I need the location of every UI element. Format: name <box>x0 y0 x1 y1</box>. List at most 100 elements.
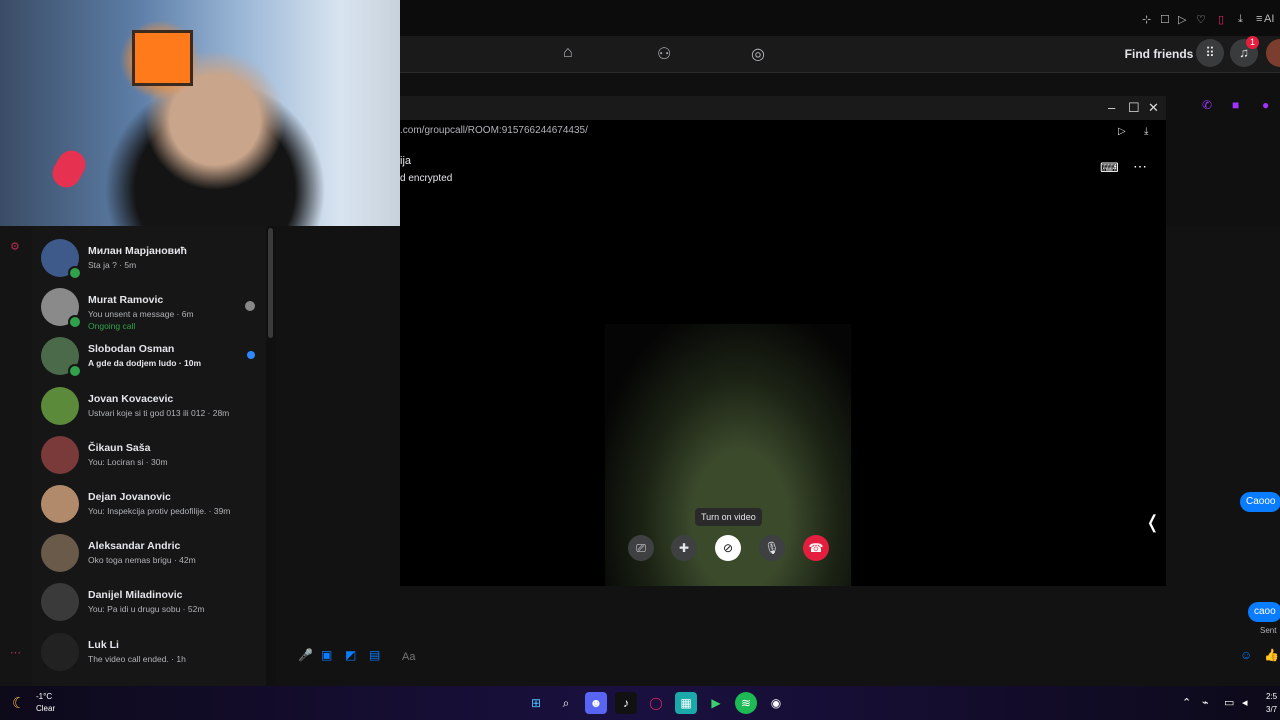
notification-badge: 1 <box>1246 36 1259 49</box>
call-encryption-label: d encrypted <box>400 173 453 184</box>
cast-icon[interactable]: ▷ <box>1118 126 1126 137</box>
chat-name: Slobodan Osman <box>88 343 175 356</box>
spotify-icon[interactable]: ≋ <box>735 692 757 714</box>
weather-moon-icon[interactable]: ☾ <box>12 694 25 712</box>
chat-list-item[interactable]: Милан Марјановић Sta ja ? · 5m <box>32 230 266 280</box>
monitor-icon[interactable]: ▭ <box>1224 696 1234 709</box>
media-icon[interactable]: ▶ <box>705 692 727 714</box>
collapse-arrow-icon[interactable]: ❬ <box>1145 512 1160 533</box>
chat-list-item[interactable]: Jovan Kovacevic Ustvari koje si ti god 01… <box>32 378 266 427</box>
call-url: .com/groupcall/ROOM:915766244674435/ <box>400 125 588 136</box>
app-icon[interactable]: ▦ <box>675 692 697 714</box>
pin-icon[interactable]: ⊹ <box>1142 13 1151 26</box>
tab-icon[interactable]: ☐ <box>1160 13 1170 26</box>
image-icon[interactable]: ▣ <box>321 648 332 662</box>
tooltip: Turn on video <box>695 508 762 526</box>
chat-list: Милан Марјановић Sta ja ? · 5m Murat Ramov… <box>32 226 266 686</box>
close-icon[interactable]: ✕ <box>1148 100 1159 116</box>
online-status-dot <box>68 364 82 379</box>
chevron-up-icon[interactable]: ⌃ <box>1182 696 1191 709</box>
chat-list-item[interactable]: Danijel Miladinovic You: Pa idi u drugu s… <box>32 574 266 623</box>
message-bubble[interactable]: Caooo <box>1240 492 1280 512</box>
left-shortcut-strip: ⚙ ⋯ <box>0 226 32 686</box>
message-input[interactable] <box>396 644 1244 670</box>
add-person-button[interactable]: ✚ <box>671 535 697 561</box>
message-composer: 🎤 ▣ ◩ ▤ ☺ 👍 <box>290 644 1280 670</box>
more-options-icon[interactable]: ⋯ <box>1133 158 1147 175</box>
chat-preview: The video call ended. · 1h <box>88 653 186 664</box>
gamepad-icon[interactable]: ⌨ <box>1100 160 1119 176</box>
discord-icon[interactable]: ☻ <box>585 692 607 714</box>
chat-preview: Ustvari koje si ti god 013 ili 012 · 28m <box>88 407 230 418</box>
search-icon[interactable]: ⌕ <box>555 692 577 714</box>
info-icon[interactable]: ● <box>1262 98 1269 112</box>
chat-list-item[interactable]: Čikaun Saša You: Lociran si · 30m <box>32 427 266 476</box>
webcam-overlay <box>0 0 400 226</box>
chat-name: Dejan Jovanovic <box>88 491 171 503</box>
start-icon[interactable]: ⊞ <box>525 692 547 714</box>
chat-list-item[interactable]: Luk Li The video call ended. · 1h <box>32 624 266 673</box>
chat-list-scrollbar[interactable] <box>268 228 273 338</box>
chat-preview: Oko toga nemas brigu · 42m <box>88 555 196 566</box>
lamp-image <box>47 145 91 193</box>
tiktok-icon[interactable]: ♪ <box>615 692 637 714</box>
heart-icon[interactable]: ♡ <box>1196 13 1206 26</box>
menu-icon[interactable]: ≡ <box>1256 13 1262 25</box>
video-off-button[interactable]: ⊘ <box>715 535 741 561</box>
chat-list-item[interactable]: Slobodan Osman A gde da dodjem ludo · 10m <box>32 328 266 379</box>
windows-taskbar: ☾ -1°C Clear ⊞ ⌕ ☻ ♪ ◯ ▦ ▶ ≋ ◉ ⌃ ⌁ ▭ ◂ 2… <box>0 686 1280 720</box>
volume-icon[interactable]: ◂ <box>1242 696 1248 709</box>
opera-icon[interactable]: ◯ <box>645 692 667 714</box>
obs-icon[interactable]: ◉ <box>765 692 787 714</box>
mirror-icon[interactable]: ▯ <box>1218 13 1224 26</box>
find-friends-button[interactable]: Find friends <box>1116 40 1202 68</box>
chat-preview: You: Inspekcija protiv pedofilije. · 39m <box>88 506 231 516</box>
microphone-icon[interactable]: 🎤 <box>298 648 313 662</box>
clock-date[interactable]: 3/7 <box>1266 705 1277 714</box>
network-icon[interactable]: ⌁ <box>1202 696 1209 709</box>
unread-dot <box>247 351 255 360</box>
chat-name: Murat Ramovic <box>88 294 164 307</box>
home-icon[interactable]: ⌂ <box>563 44 573 62</box>
ai-label[interactable]: AI <box>1264 13 1274 25</box>
chat-list-item[interactable]: Aleksandar Andric Oko toga nemas brigu · … <box>32 525 266 574</box>
gif-icon[interactable]: ▤ <box>369 648 380 662</box>
clock-time[interactable]: 2:5 <box>1266 692 1277 701</box>
chat-list-item[interactable]: Murat Ramovic You unsent a message · 6m On… <box>32 279 266 331</box>
play-icon[interactable]: ▷ <box>1178 13 1186 26</box>
weather-temp: -1°C <box>36 692 53 701</box>
end-call-button[interactable]: ☎ <box>803 535 829 561</box>
chat-preview: You unsent a message · 6m <box>88 309 194 320</box>
phone-icon[interactable]: ✆ <box>1202 98 1212 112</box>
chat-name: Danijel Miladinovic <box>88 589 183 602</box>
emoji-icon[interactable]: ☺ <box>1240 648 1252 662</box>
chat-name: Čikaun Saša <box>88 441 151 454</box>
message-bubble[interactable]: caoo <box>1248 602 1280 622</box>
download-icon[interactable]: ⤓ <box>1238 13 1243 26</box>
like-icon[interactable]: 👍 <box>1264 648 1279 662</box>
profile-avatar[interactable] <box>1266 39 1280 67</box>
more-icon[interactable]: ⋯ <box>10 646 21 659</box>
fireplace-image <box>132 30 193 86</box>
call-title: ija <box>400 155 412 167</box>
avatar <box>41 485 79 523</box>
share-screen-button[interactable]: ⎚ <box>628 535 654 561</box>
video-icon[interactable]: ■ <box>1232 98 1239 112</box>
gear-icon[interactable]: ⚙ <box>10 240 20 253</box>
facebook-navbar: ⌂ ⚇ ◎ Find friends ⠿ ♫ 1 <box>400 36 1280 73</box>
chat-list-item[interactable]: Dejan Jovanovic You: Inspekcija protiv pe… <box>32 476 266 525</box>
avatar <box>41 534 79 573</box>
groups-icon[interactable]: ◎ <box>751 44 765 64</box>
minimize-icon[interactable]: – <box>1108 100 1115 115</box>
avatar <box>41 386 79 425</box>
online-status-dot <box>68 315 82 330</box>
menu-grid-icon[interactable]: ⠿ <box>1196 39 1224 67</box>
online-status-dot <box>68 266 82 280</box>
friends-icon[interactable]: ⚇ <box>657 44 671 64</box>
sticker-icon[interactable]: ◩ <box>345 648 356 662</box>
maximize-icon[interactable]: ☐ <box>1128 100 1140 116</box>
chat-preview: A gde da dodjem ludo · 10m <box>88 358 202 369</box>
chat-preview: You: Lociran si · 30m <box>88 456 168 467</box>
microphone-button[interactable]: 🎙 <box>759 535 785 561</box>
download-icon[interactable]: ⤓ <box>1144 126 1148 137</box>
